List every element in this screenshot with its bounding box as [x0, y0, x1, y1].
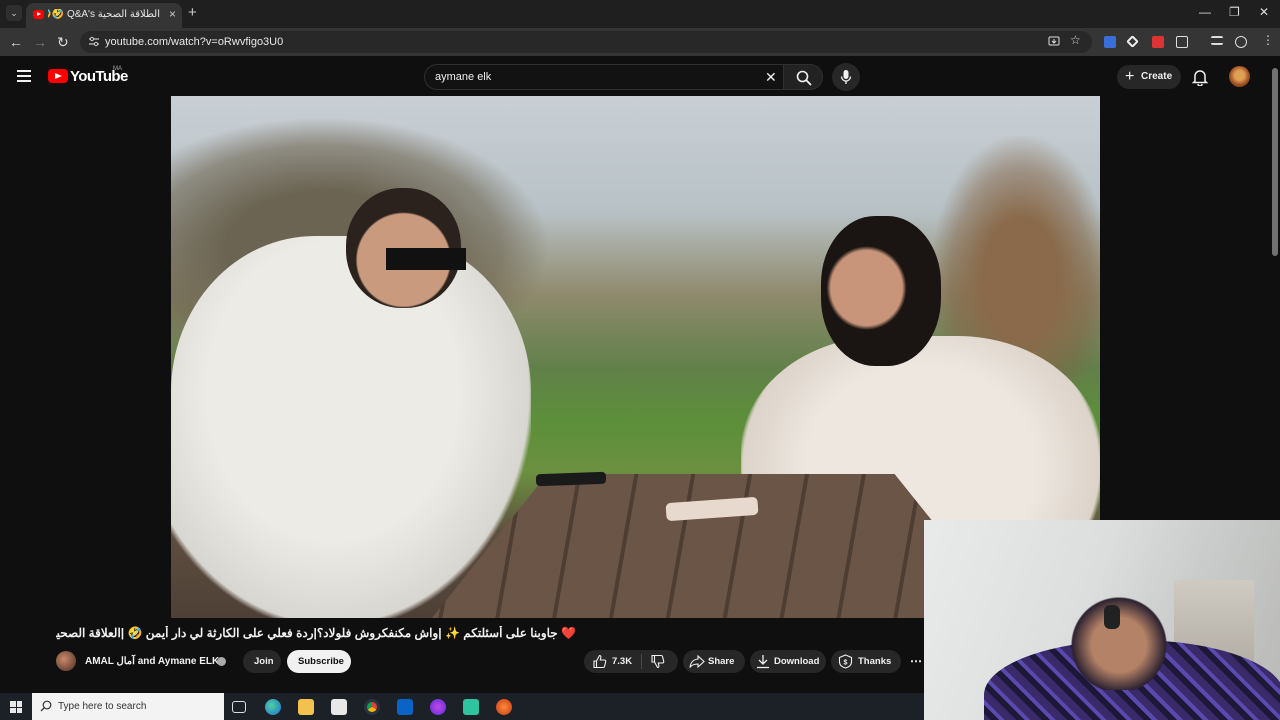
youtube-logo-icon[interactable]: [48, 69, 68, 83]
taskbar-search-box[interactable]: Type here to search: [32, 693, 224, 720]
thanks-label: Thanks: [858, 656, 892, 667]
diamond-extension-icon[interactable]: [1126, 35, 1139, 48]
address-bar[interactable]: youtube.com/watch?v=oRwvfigo3U0 ☆: [80, 31, 1092, 53]
subscribe-button[interactable]: Subscribe: [287, 650, 351, 673]
red-extension-icon[interactable]: [1152, 36, 1164, 48]
clear-search-icon[interactable]: ✕: [765, 69, 777, 86]
microphone-icon: [840, 70, 852, 84]
region-code: MA: [113, 66, 122, 72]
browser-tab-active[interactable]: الطلاقة الصحية Q&A's 🤣🤣 ×: [26, 3, 182, 28]
windows-taskbar: Type here to search: [0, 693, 924, 720]
page-scrollbar[interactable]: [1272, 68, 1278, 256]
media-controls-icon[interactable]: [1211, 36, 1223, 45]
app-icon-orange[interactable]: [496, 699, 512, 715]
site-info-tune-icon[interactable]: [88, 36, 100, 48]
more-icon: ⋯: [910, 654, 922, 668]
video-title: ❤️ جاوبنا على أسئلتكم ✨ |واش مكنفكروش فل…: [56, 626, 576, 640]
forward-arrow-icon[interactable]: →: [33, 34, 47, 50]
bell-icon[interactable]: [1192, 68, 1208, 86]
file-explorer-icon[interactable]: [298, 699, 314, 715]
subscribe-label: Subscribe: [298, 656, 344, 667]
new-tab-button[interactable]: +: [188, 5, 197, 21]
like-dislike-group: 7.3K: [584, 650, 678, 673]
tab-title: الطلاقة الصحية Q&A's 🤣🤣: [48, 9, 160, 20]
tab-search-chevron-down-icon[interactable]: ⌄: [6, 5, 22, 21]
youtube-masthead: YouTube MA aymane elk ✕ + Create: [0, 56, 1280, 96]
share-label: Share: [708, 656, 735, 667]
video-scene-sunglasses: [386, 248, 466, 270]
create-button[interactable]: + Create: [1117, 65, 1181, 89]
webcam-scene-headset: [1104, 605, 1120, 629]
tab-close-icon[interactable]: ×: [169, 7, 176, 21]
app-icon-green[interactable]: [463, 699, 479, 715]
like-count[interactable]: 7.3K: [612, 656, 632, 667]
create-label: Create: [1141, 71, 1173, 82]
youtube-favicon-icon: [33, 10, 44, 19]
edge-browser-icon[interactable]: [265, 699, 281, 715]
thumbs-up-icon[interactable]: [592, 654, 607, 669]
like-divider: [641, 654, 642, 669]
plus-icon: +: [1125, 68, 1135, 85]
super-thanks-icon: $: [838, 654, 853, 669]
extensions-puzzle-icon[interactable]: [1176, 36, 1188, 48]
download-button[interactable]: Download: [750, 650, 826, 673]
reload-icon[interactable]: ↻: [57, 34, 69, 50]
menu-icon[interactable]: [17, 70, 31, 82]
share-arrow-icon: [689, 654, 705, 669]
video-scene-phone-black: [535, 471, 607, 487]
download-icon: [757, 655, 769, 669]
video-scene-man-hoodie: [171, 236, 531, 618]
search-button[interactable]: [783, 64, 823, 90]
download-label: Download: [774, 656, 820, 667]
video-scene-woman-head: [821, 216, 941, 366]
task-view-icon[interactable]: [232, 701, 246, 713]
svg-text:$: $: [844, 660, 848, 667]
join-button[interactable]: Join: [243, 650, 281, 673]
share-button[interactable]: Share: [683, 650, 745, 673]
account-avatar[interactable]: [1229, 66, 1250, 87]
restore-window-icon[interactable]: ❐: [1229, 5, 1240, 19]
store-icon[interactable]: [331, 699, 347, 715]
channel-name[interactable]: AMAL آمال and Aymane ELK: [85, 656, 219, 667]
messenger-icon[interactable]: [430, 699, 446, 715]
taskbar-search-placeholder: Type here to search: [58, 701, 147, 712]
search-icon: [40, 700, 52, 712]
bookmark-star-icon[interactable]: ☆: [1070, 33, 1081, 47]
profile-icon[interactable]: [1235, 36, 1247, 48]
translate-extension-icon[interactable]: [1104, 36, 1116, 48]
voice-search-button[interactable]: [832, 63, 860, 91]
verified-badge-icon: [217, 657, 226, 666]
chrome-browser-icon[interactable]: [364, 699, 380, 715]
channel-avatar[interactable]: [56, 651, 76, 671]
search-icon: [796, 70, 812, 86]
outlook-icon[interactable]: [397, 699, 413, 715]
close-window-icon[interactable]: ✕: [1259, 5, 1269, 19]
back-arrow-icon[interactable]: ←: [9, 34, 23, 50]
url-text: youtube.com/watch?v=oRwvfigo3U0: [105, 36, 284, 48]
thumbs-down-icon[interactable]: [650, 654, 665, 669]
webcam-overlay: [924, 520, 1280, 720]
browser-menu-icon[interactable]: ⋮: [1262, 33, 1274, 47]
browser-tab-strip: ⌄ الطلاقة الصحية Q&A's 🤣🤣 × + — ❐ ✕: [0, 0, 1280, 28]
search-query-text: aymane elk: [435, 71, 492, 83]
webcam-scene-person: [1064, 590, 1174, 690]
thanks-button[interactable]: $ Thanks: [831, 650, 901, 673]
browser-toolbar: ← → ↻ youtube.com/watch?v=oRwvfigo3U0 ☆ …: [0, 28, 1280, 56]
install-app-icon[interactable]: [1048, 35, 1060, 47]
windows-start-icon[interactable]: [10, 701, 22, 713]
minimize-window-icon[interactable]: —: [1199, 5, 1211, 19]
join-label: Join: [254, 656, 274, 667]
search-input[interactable]: aymane elk ✕: [424, 64, 784, 90]
